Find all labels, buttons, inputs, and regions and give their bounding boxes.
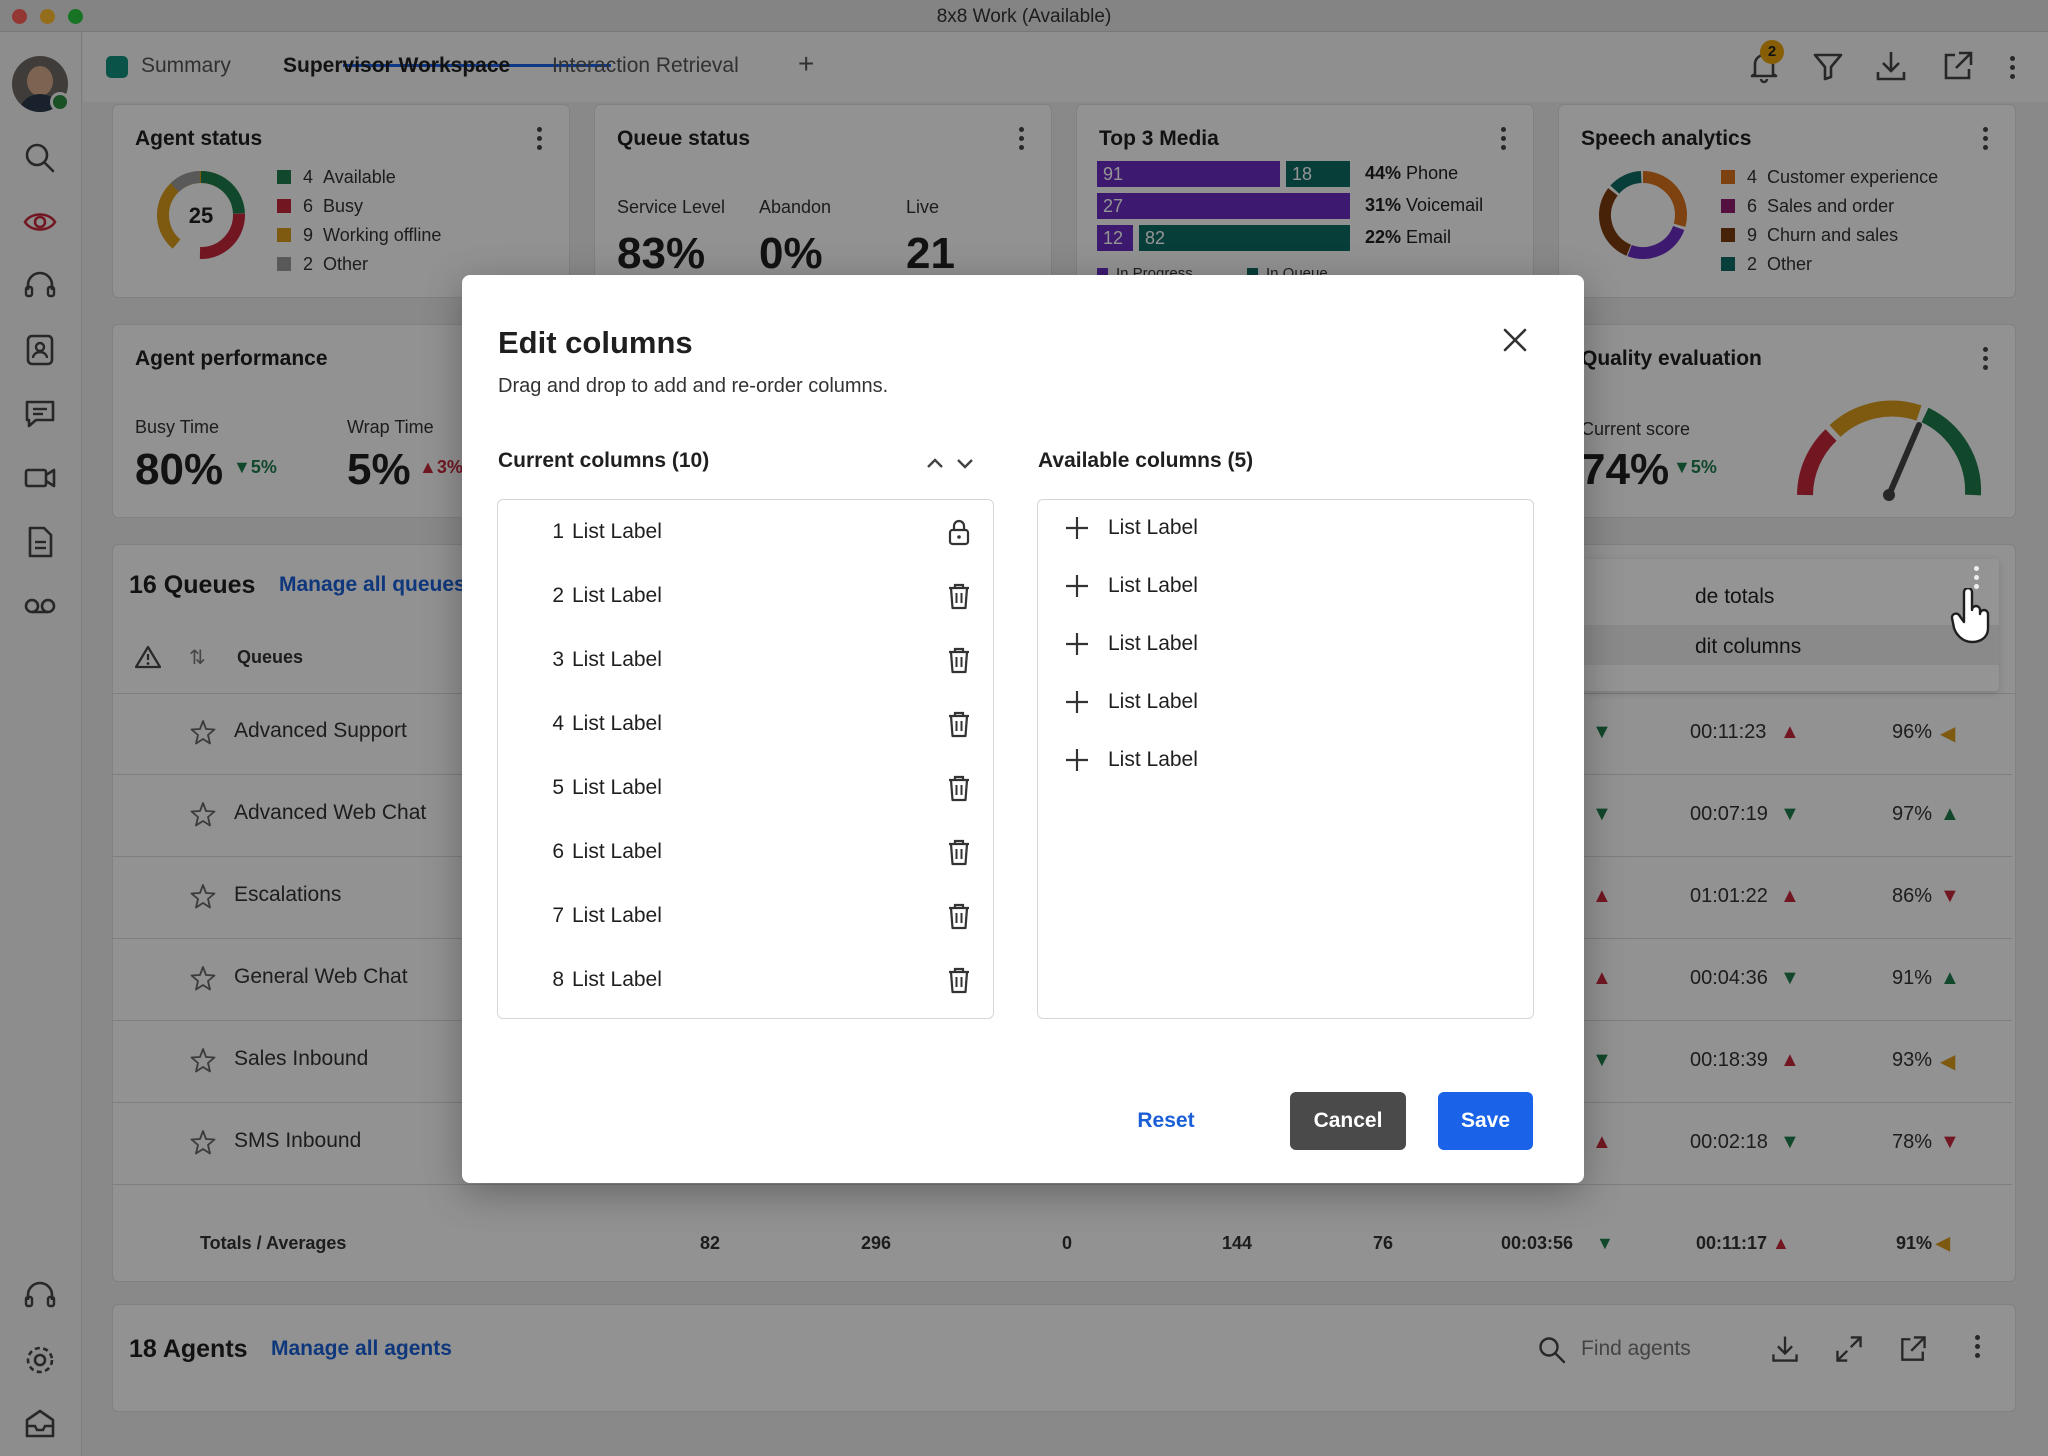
list-item[interactable]: 2 List Label bbox=[498, 564, 993, 628]
edit-columns-dialog: Edit columns Drag and drop to add and re… bbox=[462, 275, 1584, 1183]
queues-menu-icon[interactable] bbox=[1972, 566, 1980, 590]
cancel-button[interactable]: Cancel bbox=[1290, 1092, 1406, 1150]
list-item[interactable]: 8 List Label bbox=[498, 948, 993, 1012]
plus-icon[interactable] bbox=[1064, 747, 1090, 773]
list-item[interactable]: List Label bbox=[1038, 500, 1533, 558]
list-item[interactable]: List Label bbox=[1038, 558, 1533, 616]
available-columns-header: Available columns (5) bbox=[1038, 449, 1254, 472]
trash-icon[interactable] bbox=[946, 774, 972, 802]
lock-icon bbox=[948, 519, 970, 546]
list-item[interactable]: 1 List Label bbox=[498, 500, 993, 564]
trash-icon[interactable] bbox=[946, 902, 972, 930]
reset-button[interactable]: Reset bbox=[1116, 1092, 1216, 1150]
list-item[interactable]: 6 List Label bbox=[498, 820, 993, 884]
plus-icon[interactable] bbox=[1064, 515, 1090, 541]
list-item[interactable]: List Label bbox=[1038, 616, 1533, 674]
list-item[interactable]: 7 List Label bbox=[498, 884, 993, 948]
trash-icon[interactable] bbox=[946, 582, 972, 610]
plus-icon[interactable] bbox=[1064, 631, 1090, 657]
trash-icon[interactable] bbox=[946, 710, 972, 738]
current-columns-list: 1 List Label 2 List Label 3 List Label 4… bbox=[497, 499, 994, 1019]
close-icon[interactable] bbox=[1500, 325, 1530, 355]
trash-icon[interactable] bbox=[946, 966, 972, 994]
current-columns-header: Current columns (10) bbox=[498, 449, 710, 472]
plus-icon[interactable] bbox=[1064, 689, 1090, 715]
hand-pointer-cursor-icon bbox=[1950, 588, 1990, 644]
trash-icon[interactable] bbox=[946, 838, 972, 866]
dialog-title: Edit columns bbox=[498, 325, 693, 360]
plus-icon[interactable] bbox=[1064, 573, 1090, 599]
trash-icon[interactable] bbox=[946, 646, 972, 674]
list-item[interactable]: List Label bbox=[1038, 732, 1533, 790]
list-item[interactable]: 3 List Label bbox=[498, 628, 993, 692]
save-button[interactable]: Save bbox=[1438, 1092, 1533, 1150]
list-item[interactable]: 4 List Label bbox=[498, 692, 993, 756]
dialog-subtitle: Drag and drop to add and re-order column… bbox=[498, 375, 889, 397]
available-columns-list: List Label List Label List Label List La… bbox=[1037, 499, 1534, 1019]
chevron-down-icon[interactable] bbox=[954, 452, 976, 474]
list-item[interactable]: List Label bbox=[1038, 674, 1533, 732]
chevron-up-icon[interactable] bbox=[924, 452, 946, 474]
list-item[interactable]: 5 List Label bbox=[498, 756, 993, 820]
